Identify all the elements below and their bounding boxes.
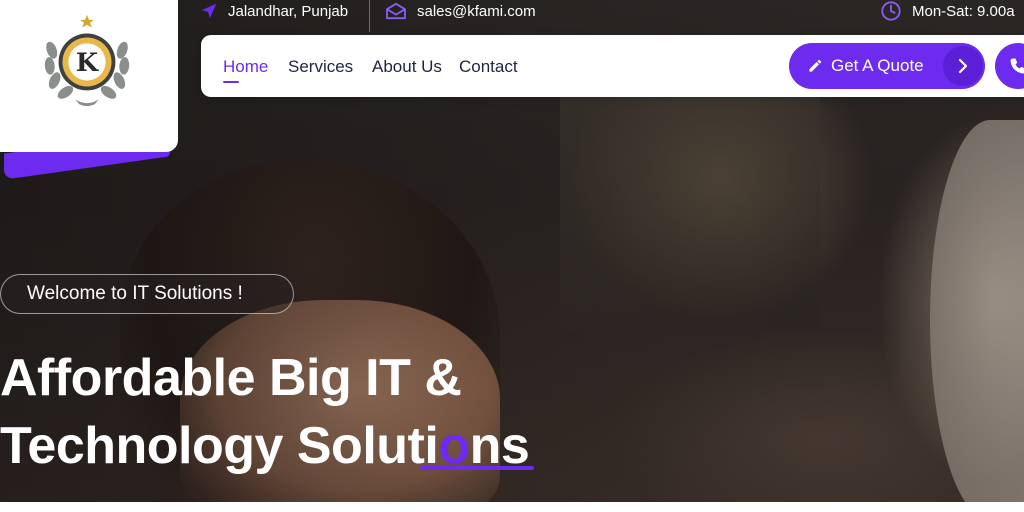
- hero-headline: Affordable Big IT & Technology Solutions: [0, 344, 530, 480]
- logo-card[interactable]: K: [0, 0, 178, 152]
- location-text: Jalandhar, Punjab: [228, 2, 349, 20]
- logo-letter: K: [76, 48, 99, 78]
- main-navbar: Home Services About Us Contact Get A Quo…: [201, 35, 1024, 97]
- get-a-quote-button[interactable]: Get A Quote: [789, 43, 985, 89]
- nav-contact[interactable]: Contact: [459, 57, 518, 77]
- headline-line-2-start: Technology Soluti: [0, 417, 439, 475]
- hours-text: Mon-Sat: 9.00a: [912, 2, 1015, 20]
- pencil-icon: [807, 58, 823, 74]
- headline-underline-accent: [420, 466, 534, 470]
- hours-info: Mon-Sat: 9.00a: [880, 0, 1015, 22]
- clock-icon: [880, 0, 902, 22]
- email-info[interactable]: sales@kfami.com: [385, 0, 536, 22]
- active-nav-indicator: [223, 81, 239, 83]
- email-text[interactable]: sales@kfami.com: [417, 3, 536, 20]
- topbar-divider: [369, 0, 370, 32]
- phone-icon: [1008, 56, 1024, 76]
- headline-line-1: Affordable Big IT &: [0, 349, 462, 407]
- location-arrow-icon: [200, 2, 218, 20]
- company-logo-icon[interactable]: K: [38, 10, 136, 110]
- location-info: Jalandhar, Punjab: [200, 0, 348, 22]
- welcome-badge: Welcome to IT Solutions !: [0, 274, 294, 314]
- top-info-bar: Jalandhar, Punjab sales@kfami.com Mon-Sa…: [180, 0, 1024, 32]
- welcome-text: Welcome to IT Solutions !: [27, 283, 243, 304]
- get-a-quote-label[interactable]: Get A Quote: [831, 56, 924, 76]
- nav-home[interactable]: Home: [223, 57, 268, 77]
- chevron-right-icon[interactable]: [943, 46, 983, 86]
- phone-call-button[interactable]: [995, 43, 1024, 89]
- envelope-icon: [385, 2, 407, 20]
- nav-services[interactable]: Services: [288, 57, 353, 77]
- nav-about-us[interactable]: About Us: [372, 57, 442, 77]
